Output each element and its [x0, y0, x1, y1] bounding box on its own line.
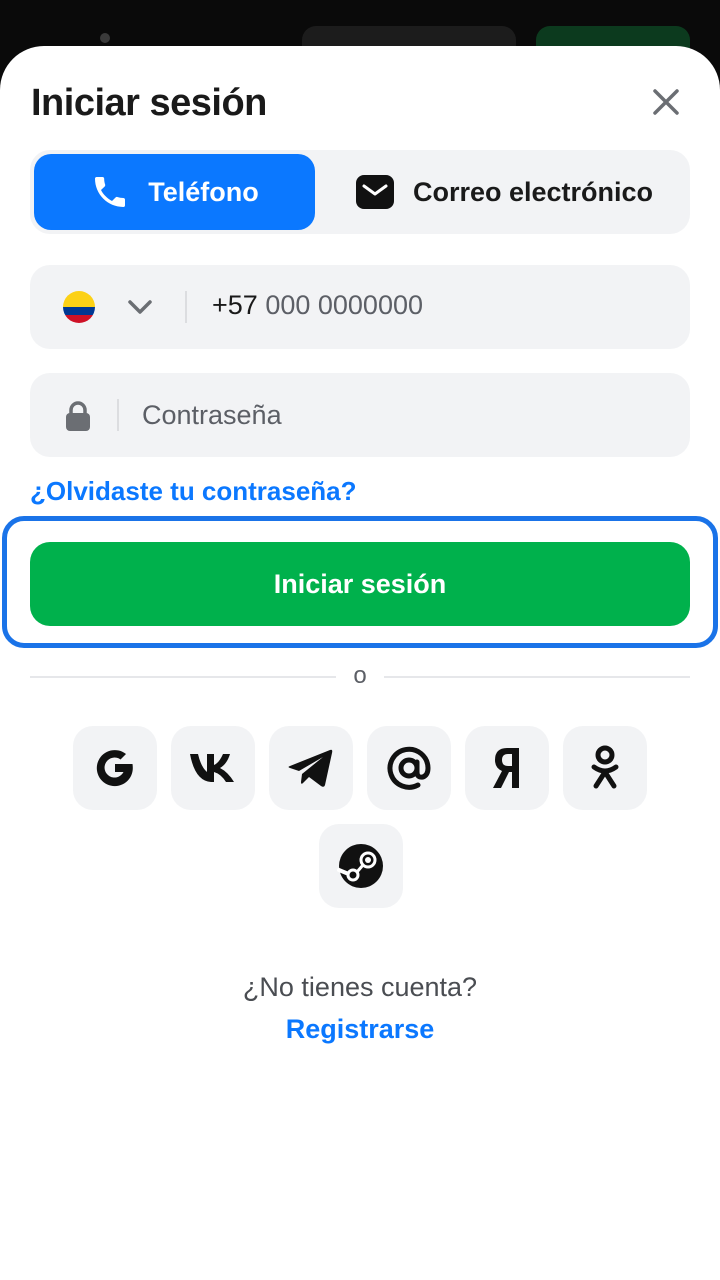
envelope-icon [355, 175, 394, 209]
odnoklassniki-login-button[interactable] [563, 726, 647, 810]
at-sign-icon [387, 746, 431, 790]
register-link[interactable]: Registrarse [0, 1014, 720, 1045]
mail-ru-login-button[interactable] [367, 726, 451, 810]
vk-icon [190, 754, 234, 782]
field-divider [185, 291, 187, 323]
steam-icon [337, 844, 383, 888]
phone-icon [95, 177, 126, 207]
login-button[interactable]: Iniciar sesión [30, 542, 690, 626]
telegram-icon [288, 749, 333, 787]
tab-email-label: Correo electrónico [412, 176, 654, 207]
password-input[interactable] [142, 373, 672, 457]
colombia-flag-icon [63, 291, 95, 323]
yandex-login-button[interactable] [465, 726, 549, 810]
google-icon [96, 750, 133, 787]
google-login-button[interactable] [73, 726, 157, 810]
phone-prefix: +57 [212, 290, 258, 320]
odnoklassniki-icon [591, 745, 619, 789]
divider-line-left [30, 676, 336, 678]
divider-line-right [384, 676, 690, 678]
divider-label: o [353, 662, 367, 689]
phone-field: +57 000 0000000 [30, 265, 690, 349]
chevron-down-icon[interactable] [126, 295, 154, 319]
password-field [30, 373, 690, 457]
login-sheet: Iniciar sesión Teléfono Correo electróni… [0, 46, 720, 1280]
steam-login-button[interactable] [319, 824, 403, 908]
login-method-tabs: Teléfono Correo electrónico [30, 150, 690, 234]
yandex-icon [493, 748, 519, 788]
no-account-prompt: ¿No tienes cuenta? [242, 972, 478, 1002]
phone-input[interactable]: +57 000 0000000 [212, 290, 423, 321]
page-title: Iniciar sesión [31, 82, 267, 124]
background-dot [100, 33, 110, 43]
field-divider [117, 399, 119, 431]
vk-login-button[interactable] [171, 726, 255, 810]
tab-phone-label: Teléfono [148, 176, 259, 207]
close-button[interactable] [646, 82, 686, 122]
lock-icon [66, 401, 90, 431]
tab-email[interactable]: Correo electrónico [322, 154, 686, 230]
close-icon [653, 89, 679, 115]
telegram-login-button[interactable] [269, 726, 353, 810]
tab-phone[interactable]: Teléfono [34, 154, 315, 230]
forgot-password-link[interactable]: ¿Olvidaste tu contraseña? [30, 476, 357, 507]
phone-placeholder: 000 0000000 [265, 290, 423, 320]
